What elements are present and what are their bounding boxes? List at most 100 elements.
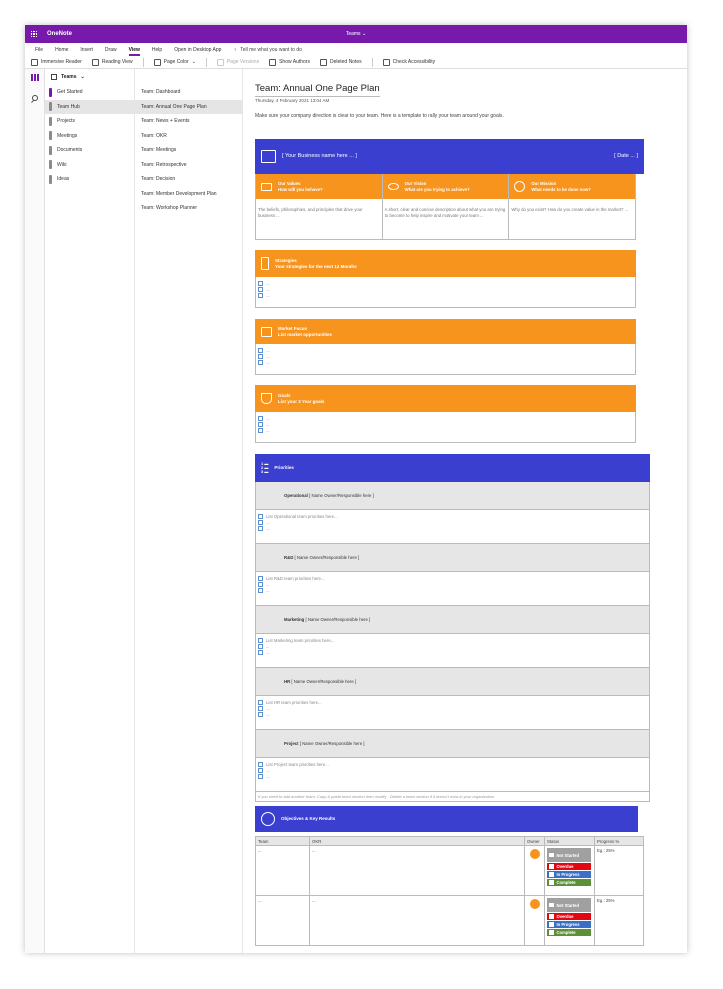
priority-owner[interactable]: [ Name Owner/Responsible here ] <box>291 679 356 684</box>
strategies-list[interactable]: ... ... ... <box>255 277 636 308</box>
priority-list[interactable]: List Operational team priorities here...… <box>255 510 650 544</box>
checkbox[interactable] <box>258 286 263 292</box>
tab-draw[interactable]: Draw <box>105 47 117 53</box>
values-text[interactable]: The beliefs, philosophies, and principle… <box>256 199 382 239</box>
priority-group-header[interactable]: Operational [ Name Owner/Responsible her… <box>255 482 650 510</box>
page-item[interactable]: Team: Workshop Planner <box>135 201 242 216</box>
tab-home[interactable]: Home <box>55 47 68 53</box>
list-item[interactable]: ... <box>258 427 633 433</box>
checkbox[interactable] <box>258 421 263 427</box>
checkbox[interactable] <box>549 864 554 869</box>
search-icon[interactable] <box>31 95 38 101</box>
cell-okr[interactable]: ... <box>309 895 525 946</box>
list-item[interactable]: ... <box>258 292 633 298</box>
priority-list[interactable]: List Marketing team priorities here.....… <box>255 634 650 668</box>
section-item[interactable]: Team Hub <box>45 99 134 114</box>
checkbox[interactable] <box>258 280 263 286</box>
checkbox[interactable] <box>258 767 263 773</box>
section-item[interactable]: Meetings <box>45 129 134 144</box>
person-icon[interactable] <box>529 849 540 859</box>
priority-group-header[interactable]: Marketing [ Name Owner/Responsible here … <box>255 606 650 634</box>
list-item[interactable]: ... <box>258 525 647 531</box>
list-item[interactable]: ... <box>258 587 647 593</box>
list-item[interactable]: ... <box>258 711 647 717</box>
app-name[interactable]: OneNote <box>47 31 72 37</box>
status-option[interactable]: Not Started <box>547 848 591 862</box>
section-item[interactable]: Ideas <box>45 172 134 187</box>
show-authors-button[interactable]: Show Authors <box>269 58 310 66</box>
cell-team[interactable]: ... <box>255 845 310 896</box>
checkbox[interactable] <box>549 880 554 885</box>
status-option[interactable]: Overdue <box>547 913 591 920</box>
priority-list[interactable]: List R&D team priorities here......... <box>255 572 650 606</box>
status-option[interactable]: Complete <box>547 879 591 886</box>
notebooks-icon[interactable] <box>30 74 39 81</box>
checkbox[interactable] <box>258 347 263 353</box>
checkbox[interactable] <box>258 525 263 531</box>
cell-team[interactable]: ... <box>255 895 310 946</box>
section-item[interactable]: Documents <box>45 143 134 158</box>
priority-group-header[interactable]: R&D [ Name Owner/Responsible here ] <box>255 544 650 572</box>
checkbox[interactable] <box>549 872 554 877</box>
checkbox[interactable] <box>549 922 554 927</box>
app-launcher-button[interactable] <box>25 25 43 43</box>
checkbox[interactable] <box>258 513 263 519</box>
business-name[interactable]: [ Your Business name here ... ] <box>282 153 357 160</box>
tab-file[interactable]: File <box>35 47 43 53</box>
checkbox[interactable] <box>258 353 263 359</box>
page-item[interactable]: Team: Decision <box>135 172 242 187</box>
checkbox[interactable] <box>258 575 263 581</box>
priority-owner[interactable]: [ Name Owner/Responsible here ] <box>309 493 374 498</box>
tab-view[interactable]: View <box>128 47 141 56</box>
priority-list[interactable]: List Project team priorities here.......… <box>255 758 650 792</box>
immersive-reader-button[interactable]: Immersive Reader <box>31 58 82 66</box>
checkbox[interactable] <box>258 773 263 779</box>
person-icon[interactable] <box>529 899 540 909</box>
page-item[interactable]: Team: OKR <box>135 129 242 144</box>
mission-text[interactable]: Why do you exist? How do you create valu… <box>509 199 635 239</box>
checkbox[interactable] <box>258 637 263 643</box>
checkbox[interactable] <box>549 930 554 935</box>
page-color-button[interactable]: Page Color ⌄ <box>153 58 196 66</box>
open-in-desktop-app[interactable]: Open in Desktop App <box>174 47 221 53</box>
tell-me-search[interactable]: ♀ Tell me what you want to do <box>233 47 301 53</box>
page-canvas[interactable]: Team: Annual One Page Plan Thursday, 4 F… <box>243 69 687 953</box>
page-item[interactable]: Team: Meetings <box>135 143 242 158</box>
section-item[interactable]: Projects <box>45 114 134 129</box>
status-option[interactable]: In Progress <box>547 921 591 928</box>
priority-owner[interactable]: [ Name Owner/Responsible here ] <box>300 741 365 746</box>
checkbox[interactable] <box>258 427 263 433</box>
checkbox[interactable] <box>549 914 554 919</box>
tab-help[interactable]: Help <box>152 47 162 53</box>
priority-group-header[interactable]: HR [ Name Owner/Responsible here ] <box>255 668 650 696</box>
checkbox[interactable] <box>258 519 263 525</box>
section-item[interactable]: Wiki <box>45 158 134 173</box>
tab-insert[interactable]: Insert <box>80 47 93 53</box>
market-focus-list[interactable]: ... ... ... <box>255 344 636 375</box>
status-option[interactable]: Overdue <box>547 863 591 870</box>
priority-owner[interactable]: [ Name Owner/Responsible here ] <box>295 555 360 560</box>
checkbox[interactable] <box>258 415 263 421</box>
status-option[interactable]: Not Started <box>547 898 591 912</box>
page-item[interactable]: Team: Annual One Page Plan <box>135 99 242 114</box>
goals-list[interactable]: ... ... ... <box>255 412 636 443</box>
checkbox[interactable] <box>258 649 263 655</box>
checkbox[interactable] <box>258 761 263 767</box>
priority-owner[interactable]: [ Name Owner/Responsible here ] <box>306 617 371 622</box>
notebook-name-dropdown[interactable]: Teams ⌄ <box>346 31 366 37</box>
cell-progress[interactable]: Eg.: 25% <box>594 845 644 896</box>
status-option[interactable]: Complete <box>547 929 591 936</box>
checkbox[interactable] <box>258 699 263 705</box>
checkbox[interactable] <box>258 643 263 649</box>
checkbox[interactable] <box>258 581 263 587</box>
page-title[interactable]: Team: Annual One Page Plan <box>255 83 380 97</box>
page-versions-button[interactable]: Page Versions <box>216 58 259 66</box>
list-item[interactable]: ... <box>258 649 647 655</box>
page-item[interactable]: Team: News + Events <box>135 114 242 129</box>
notebook-switcher[interactable]: Teams ⌄ <box>45 69 134 85</box>
plan-date[interactable]: [ Date ... ] <box>614 153 638 160</box>
checkbox[interactable] <box>258 711 263 717</box>
deleted-notes-button[interactable]: Deleted Notes <box>319 58 362 66</box>
status-option[interactable]: In Progress <box>547 871 591 878</box>
priority-list[interactable]: List HR team priorities here......... <box>255 696 650 730</box>
